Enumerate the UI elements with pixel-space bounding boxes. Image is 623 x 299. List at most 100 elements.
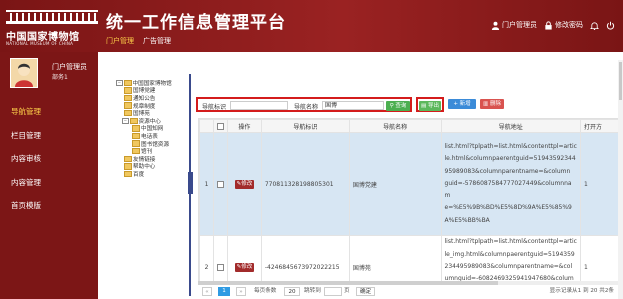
row-nav-name: 国博党建 bbox=[348, 132, 442, 236]
museum-building-icon bbox=[6, 10, 98, 24]
folder-icon bbox=[132, 147, 140, 155]
address-line: list.html?tplpath=list.html&contenttpl=a… bbox=[444, 143, 577, 151]
add-button-label: 新增 bbox=[459, 101, 471, 107]
folder-icon bbox=[123, 79, 132, 87]
collapse-toggle-icon[interactable]: − bbox=[122, 117, 129, 125]
table-row[interactable]: 2 ✎修改 -4246845673972022215 国博苑 list.html… bbox=[199, 235, 619, 282]
col-nav-id-header[interactable]: 导航标识 bbox=[260, 119, 350, 133]
tab-portal-management[interactable]: 门户管理 bbox=[106, 36, 134, 46]
sidebar-user-dept: 部务1 bbox=[52, 74, 68, 81]
current-page-button[interactable]: 1 bbox=[218, 287, 230, 296]
sidebar-item-content-management[interactable]: 内容管理 bbox=[0, 171, 98, 195]
folder-icon bbox=[129, 117, 138, 125]
folder-icon bbox=[124, 102, 132, 109]
bell-icon[interactable] bbox=[590, 21, 599, 30]
search-icon: ⚲ bbox=[389, 102, 394, 109]
folder-icon bbox=[124, 170, 132, 178]
navigation-table: 操作 导航标识 导航名称 导航地址 打开方 1 ✎修改 770811328198… bbox=[198, 118, 620, 283]
change-password-link[interactable]: 修改密码 bbox=[544, 20, 583, 30]
power-icon[interactable] bbox=[606, 21, 615, 30]
folder-icon bbox=[124, 87, 132, 94]
row-checkbox[interactable] bbox=[216, 263, 224, 271]
nav-id-input[interactable] bbox=[230, 100, 288, 110]
tree-node[interactable]: 百度 bbox=[124, 170, 144, 178]
edit-button-label: 修改 bbox=[241, 263, 253, 270]
tree-node-label: 百度 bbox=[133, 171, 145, 178]
avatar bbox=[10, 58, 38, 88]
page-unit-label: 页 bbox=[344, 288, 350, 294]
lock-icon bbox=[545, 20, 552, 30]
col-nav-name-header[interactable]: 导航名称 bbox=[348, 119, 442, 133]
scrollbar-thumb[interactable] bbox=[198, 281, 498, 285]
plus-icon: + bbox=[453, 101, 458, 107]
scrollbar-thumb[interactable] bbox=[619, 62, 622, 100]
address-line: 234495989083&columnparentname=&col bbox=[444, 262, 573, 270]
export-button[interactable]: ▤ 导出 bbox=[419, 100, 441, 111]
logo-english-name: NATIONAL MUSEUM OF CHINA bbox=[6, 41, 74, 46]
row-nav-address: list.html?tplpath=list.html&contenttpl=a… bbox=[440, 132, 582, 236]
jump-to-label: 跳转到 bbox=[304, 288, 321, 294]
navigation-tree: − 中国国家博物馆 国博党建 通知公告 规章制度 国博苑 − 资源中心 中国知网 电… bbox=[98, 72, 190, 299]
row-index: 1 bbox=[199, 132, 214, 236]
row-open-mode: 1 bbox=[580, 132, 619, 236]
delete-button[interactable]: ▥ 删除 bbox=[480, 99, 504, 109]
col-nav-address-header[interactable]: 导航地址 bbox=[440, 119, 582, 133]
select-all-checkbox[interactable] bbox=[216, 122, 224, 130]
user-icon bbox=[491, 21, 500, 30]
folder-icon bbox=[124, 163, 132, 170]
sidebar-menu: 导航管理 栏目管理 内容审核 内容管理 首页模版 bbox=[0, 100, 98, 218]
prev-page-button[interactable]: « bbox=[202, 287, 212, 296]
table-horizontal-scrollbar[interactable] bbox=[198, 281, 618, 285]
edit-button[interactable]: ✎修改 bbox=[234, 179, 255, 189]
export-highlight: ▤ 导出 bbox=[416, 97, 444, 112]
edit-button-label: 修改 bbox=[241, 180, 253, 187]
address-line: guid=-5786087584777027449&columnnam bbox=[444, 179, 572, 200]
jump-confirm-button[interactable]: 确定 bbox=[356, 287, 376, 296]
address-line: list.html?tplpath=list.html&contenttpl=a… bbox=[444, 238, 577, 246]
sidebar-user-name: 门户管理员 bbox=[52, 63, 87, 71]
sidebar-item-content-review[interactable]: 内容审核 bbox=[0, 147, 98, 171]
delete-button-label: 删除 bbox=[489, 101, 501, 107]
search-form: 导航标识 导航名称 ⚲ 查询 bbox=[196, 97, 412, 112]
next-page-button[interactable]: » bbox=[236, 287, 246, 296]
row-nav-name: 国博苑 bbox=[348, 235, 442, 282]
query-button[interactable]: ⚲ 查询 bbox=[386, 100, 410, 111]
top-header: 中国国家博物馆 NATIONAL MUSEUM OF CHINA 统一工作信息管… bbox=[0, 0, 623, 52]
folder-icon bbox=[124, 94, 132, 102]
jump-page-input[interactable] bbox=[324, 287, 342, 296]
current-user-link[interactable]: 门户管理员 bbox=[491, 20, 537, 30]
left-sidebar: 门户管理员 部务1 导航管理 栏目管理 内容审核 内容管理 首页模版 bbox=[0, 52, 98, 299]
sidebar-item-columns[interactable]: 栏目管理 bbox=[0, 124, 98, 148]
museum-logo: 中国国家博物馆 NATIONAL MUSEUM OF CHINA bbox=[6, 8, 98, 48]
table-header-row: 操作 导航标识 导航名称 导航地址 打开方 bbox=[199, 119, 619, 133]
tree-collapse-handle[interactable] bbox=[188, 172, 193, 194]
address-line: le.html&columnpaerentguid=51943592344 bbox=[444, 155, 576, 163]
sidebar-item-homepage-template[interactable]: 首页模版 bbox=[0, 194, 98, 218]
row-nav-id: 770811328198805301 bbox=[260, 132, 350, 236]
edit-button[interactable]: ✎修改 bbox=[234, 262, 255, 272]
sidebar-item-navigation[interactable]: 导航管理 bbox=[0, 100, 98, 124]
pagination: « 1 » 每页条数 20 跳转到 页 确定 显示记录从1 到 20 共2条 bbox=[198, 286, 618, 298]
change-password-label: 修改密码 bbox=[555, 21, 583, 29]
add-button[interactable]: + 新增 bbox=[448, 99, 476, 109]
table-row[interactable]: 1 ✎修改 770811328198805301 国博党建 list.html?… bbox=[199, 132, 619, 236]
row-open-mode: 1 bbox=[580, 235, 619, 282]
top-tab-bar: 门户管理 广告管理 bbox=[106, 36, 171, 46]
collapse-toggle-icon[interactable]: − bbox=[116, 79, 123, 87]
row-checkbox[interactable] bbox=[216, 180, 224, 188]
per-page-select[interactable]: 20 bbox=[284, 287, 300, 296]
address-line: e=%E5%9B%BD%E5%8D%9A%E5%85%9 bbox=[444, 204, 572, 212]
per-page-label: 每页条数 bbox=[254, 288, 277, 294]
record-summary: 显示记录从1 到 20 共2条 bbox=[549, 288, 614, 294]
page-vertical-scrollbar[interactable] bbox=[618, 60, 623, 299]
nav-name-label: 导航名称 bbox=[294, 104, 319, 111]
search-toolbar: 导航标识 导航名称 ⚲ 查询 ▤ 导出 + 新增 ▥ 删除 bbox=[196, 97, 623, 113]
row-nav-id: -4246845673972022215 bbox=[260, 235, 350, 282]
nav-name-input[interactable] bbox=[322, 100, 384, 110]
trash-icon: ▥ bbox=[483, 101, 489, 107]
current-user-name: 门户管理员 bbox=[502, 21, 537, 29]
row-index: 2 bbox=[199, 235, 214, 282]
tab-ad-management[interactable]: 广告管理 bbox=[143, 36, 171, 46]
col-open-mode-header[interactable]: 打开方 bbox=[580, 119, 619, 133]
folder-icon bbox=[132, 125, 140, 132]
